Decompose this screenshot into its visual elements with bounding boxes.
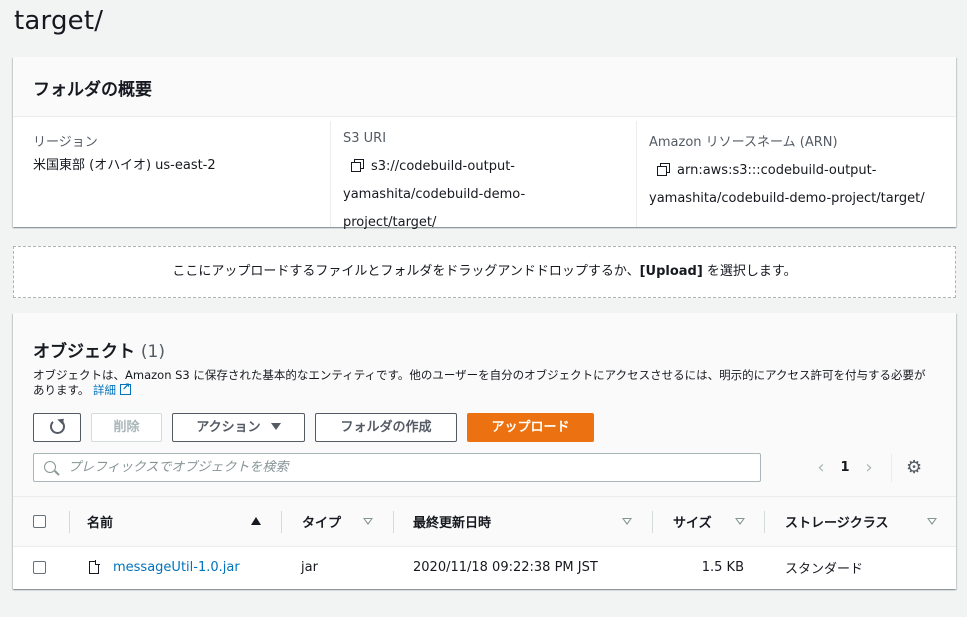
caret-down-icon [270, 423, 281, 430]
objects-table: 名前 タイプ 最終更新日時 サイズ ストレージクラス messageUtil-1… [13, 497, 956, 588]
search-placeholder: プレフィックスでオブジェクトを検索 [68, 460, 289, 475]
pagination: ‹ 1 › ⚙ [809, 453, 922, 482]
s3uri-value: s3://codebuild-output- yamashita/codebui… [343, 153, 616, 237]
details-link[interactable]: 詳細 [93, 383, 116, 397]
sort-ascending-icon[interactable] [251, 517, 261, 525]
table-header-row: 名前 タイプ 最終更新日時 サイズ ストレージクラス [13, 497, 956, 547]
dropzone-upload-keyword: [Upload] [639, 264, 703, 279]
objects-description: オブジェクトは、Amazon S3 に保存された基本的なエンティティです。他のユ… [33, 368, 933, 398]
object-name-cell: messageUtil-1.0.jar [89, 547, 240, 588]
object-size: 1.5 KB [701, 560, 744, 575]
arn-label: Amazon リソースネーム (ARN) [649, 135, 838, 150]
object-storage-class: スタンダード [785, 562, 864, 577]
row-select-cell [33, 547, 46, 588]
dropzone-text-before: ここにアップロードするファイルとフォルダをドラッグアンドドロップするか、 [172, 264, 640, 279]
arn-column: Amazon リソースネーム (ARN) arn:aws:s3:::codebu… [636, 121, 956, 227]
objects-header: オブジェクト (1) オブジェクトは、Amazon S3 に保存された基本的なエ… [13, 313, 956, 497]
column-divider [652, 511, 653, 533]
table-row[interactable]: messageUtil-1.0.jar jar 2020/11/18 09:22… [13, 547, 956, 588]
region-value: 米国東部 (オハイオ) us-east-2 [33, 158, 216, 173]
arn-line1: arn:aws:s3:::codebuild-output- [677, 163, 877, 178]
copy-icon[interactable] [657, 163, 670, 176]
actions-label: アクション [196, 420, 261, 435]
external-link-icon[interactable] [120, 380, 132, 395]
sort-icon[interactable] [735, 518, 745, 525]
folder-overview-panel: フォルダの概要 リージョン 米国東部 (オハイオ) us-east-2 S3 U… [13, 57, 956, 230]
actions-dropdown-button[interactable]: アクション [172, 413, 305, 442]
overview-columns: リージョン 米国東部 (オハイオ) us-east-2 S3 URI s3://… [13, 117, 956, 230]
sort-icon[interactable] [622, 518, 632, 525]
column-divider [393, 511, 394, 533]
object-name-link[interactable]: messageUtil-1.0.jar [113, 560, 240, 575]
sort-icon[interactable] [927, 518, 937, 525]
overview-heading: フォルダの概要 [33, 80, 152, 100]
column-header-size[interactable]: サイズ [673, 497, 712, 546]
search-icon [44, 461, 56, 473]
search-input[interactable]: プレフィックスでオブジェクトを検索 [33, 453, 761, 482]
refresh-icon [49, 419, 65, 434]
overview-header: フォルダの概要 [13, 57, 956, 117]
page-title: target/ [14, 6, 104, 36]
select-all-cell [33, 497, 46, 546]
object-modified: 2020/11/18 09:22:38 PM JST [413, 560, 598, 575]
upload-button[interactable]: アップロード [467, 413, 594, 442]
s3uri-line1: s3://codebuild-output- [371, 159, 516, 174]
object-type: jar [301, 560, 318, 575]
objects-description-text: オブジェクトは、Amazon S3 に保存された基本的なエンティティです。他のユ… [33, 368, 926, 397]
prev-page-icon[interactable]: ‹ [809, 457, 833, 478]
column-divider [69, 511, 70, 533]
row-checkbox[interactable] [33, 561, 46, 574]
upload-dropzone[interactable]: ここにアップロードするファイルとフォルダをドラッグアンドドロップするか、[Upl… [13, 246, 956, 298]
dropzone-text-after: を選択します。 [702, 264, 797, 279]
arn-line2: yamashita/codebuild-demo-project/target/ [649, 191, 925, 206]
s3uri-line2: yamashita/codebuild-demo-project/target/ [343, 187, 526, 230]
sort-icon[interactable] [363, 518, 373, 525]
objects-title: オブジェクト (1) [33, 337, 165, 362]
s3uri-label: S3 URI [343, 131, 387, 146]
column-divider [281, 511, 282, 533]
region-column: リージョン 米国東部 (オハイオ) us-east-2 [13, 121, 330, 227]
column-header-modified[interactable]: 最終更新日時 [413, 497, 491, 546]
objects-panel: オブジェクト (1) オブジェクトは、Amazon S3 に保存された基本的なエ… [13, 313, 956, 589]
column-header-type[interactable]: タイプ [302, 497, 341, 546]
column-header-name[interactable]: 名前 [87, 497, 113, 546]
gear-icon[interactable]: ⚙ [906, 457, 922, 478]
pager-divider [891, 453, 892, 482]
region-label: リージョン [33, 135, 98, 150]
column-header-storage[interactable]: ストレージクラス [785, 497, 888, 546]
refresh-button[interactable] [33, 413, 81, 442]
column-divider [764, 511, 765, 533]
copy-icon[interactable] [351, 159, 364, 172]
objects-title-text: オブジェクト [33, 342, 135, 362]
create-folder-button[interactable]: フォルダの作成 [315, 413, 457, 442]
delete-button[interactable]: 削除 [91, 413, 162, 442]
select-all-checkbox[interactable] [33, 515, 46, 528]
arn-value: arn:aws:s3:::codebuild-output- yamashita… [649, 157, 936, 213]
s3uri-column: S3 URI s3://codebuild-output- yamashita/… [330, 121, 636, 230]
file-icon [89, 560, 100, 574]
next-page-icon[interactable]: › [857, 457, 881, 478]
objects-count: (1) [140, 342, 166, 362]
current-page-number[interactable]: 1 [833, 460, 857, 475]
